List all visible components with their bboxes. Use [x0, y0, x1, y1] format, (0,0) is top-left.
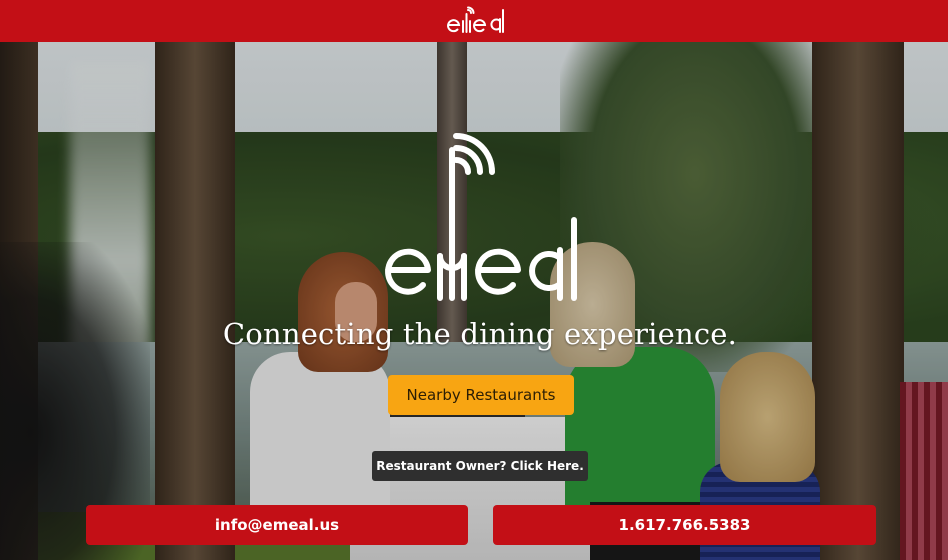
top-bar: [0, 0, 948, 42]
tagline: Connecting the dining experience.: [222, 317, 738, 351]
emeal-logo-icon: [447, 6, 504, 33]
nearby-restaurants-button[interactable]: Nearby Restaurants: [388, 375, 574, 415]
phone-contact-button[interactable]: 1.617.766.5383: [493, 505, 876, 545]
restaurant-owner-button[interactable]: Restaurant Owner? Click Here.: [372, 451, 588, 481]
header-logo[interactable]: [444, 6, 504, 36]
emeal-hero-logo-icon: [385, 133, 577, 301]
email-contact-button[interactable]: info@emeal.us: [86, 505, 468, 545]
